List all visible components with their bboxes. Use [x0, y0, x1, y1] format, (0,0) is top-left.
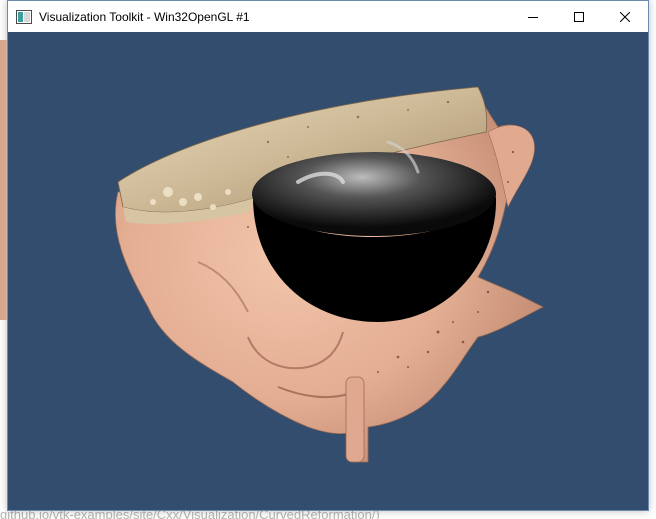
- rendered-scene: [114, 86, 544, 463]
- maximize-button[interactable]: [556, 1, 602, 32]
- vtk-render-window[interactable]: Visualization Toolkit - Win32OpenGL #1: [7, 0, 649, 511]
- minimize-icon: [528, 12, 538, 22]
- maximize-icon: [574, 11, 584, 22]
- desktop: github.io/vtk-examples/site/Cxx/Visualiz…: [0, 0, 656, 519]
- render-viewport[interactable]: [8, 32, 648, 510]
- app-window-icon: [16, 9, 32, 24]
- title-bar[interactable]: Visualization Toolkit - Win32OpenGL #1: [8, 1, 648, 32]
- minimize-button[interactable]: [510, 1, 556, 32]
- close-icon: [620, 11, 630, 22]
- window-title: Visualization Toolkit - Win32OpenGL #1: [39, 9, 250, 24]
- close-button[interactable]: [602, 1, 648, 32]
